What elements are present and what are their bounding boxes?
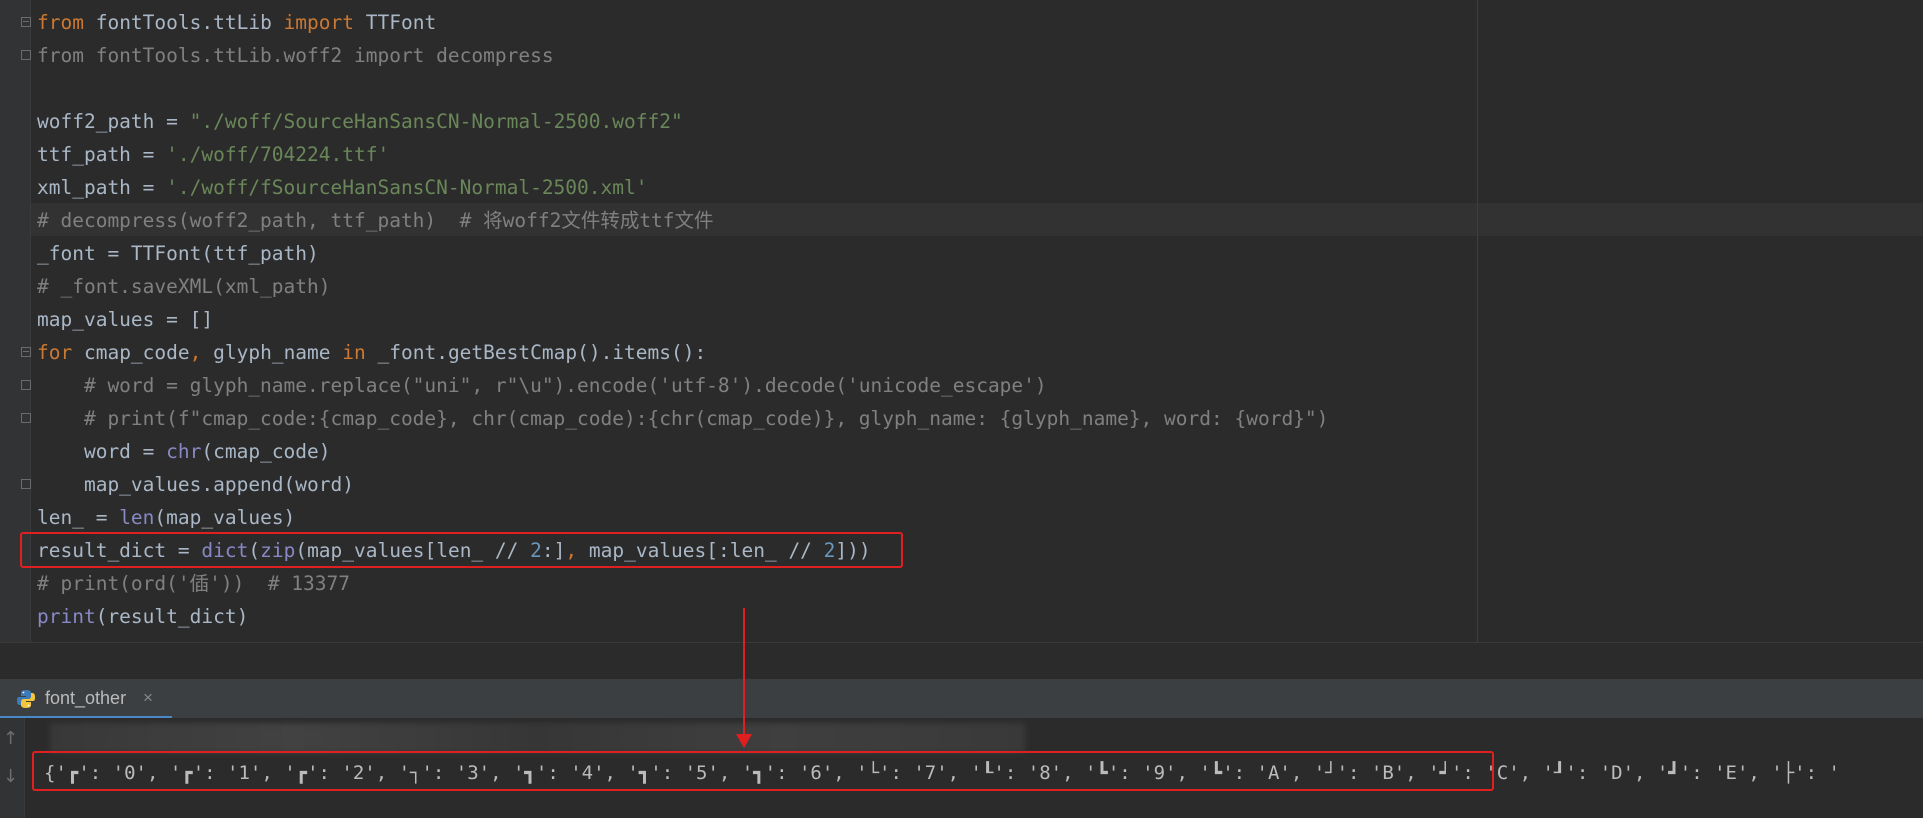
code-token: cmap_code [72,341,190,364]
fold-marker-icon[interactable] [21,50,31,60]
code-token: from [37,11,84,34]
code-token: fontTools.ttLib [83,11,284,34]
code-line[interactable]: print(result_dict) [37,600,1328,633]
code-token: len [119,506,155,529]
code-editor[interactable]: from fontTools.ttLib import TTFont from f… [0,0,1923,642]
code-token: in [342,341,366,364]
code-line[interactable]: map_values.append(word) [37,468,1328,501]
right-margin-guide [1477,0,1478,642]
code-line[interactable]: len_ = len(map_values) [37,501,1328,534]
code-line[interactable]: from fontTools.ttLib.woff2 import decomp… [37,39,1328,72]
code-token: word = [37,440,167,463]
code-line[interactable]: # _font.saveXML(xml_path) [37,270,1328,303]
code-token: , [189,341,202,364]
code-line[interactable]: # print(f"cmap_code:{cmap_code}, chr(cma… [37,402,1328,435]
code-token: xml_path = [37,176,167,199]
panel-divider[interactable] [0,642,1923,679]
console-toolbar: ↑ ↓ [0,718,25,818]
code-token: from fontTools.ttLib.woff2 import decomp… [37,44,554,67]
code-token: (cmap_code) [201,440,331,463]
code-token: map_values.append(word) [37,473,354,496]
code-line[interactable]: _font = TTFont(ttf_path) [37,237,1328,270]
run-tool-window-header: font_other × [0,678,1923,719]
code-line[interactable]: map_values = [] [37,303,1328,336]
code-token: './woff/fSourceHanSansCN-Normal-2500.xml… [166,176,648,199]
close-icon[interactable]: × [143,688,153,708]
code-token: # print(ord('偛')) # 13377 [37,572,350,595]
scroll-down-arrow-icon[interactable]: ↓ [3,766,18,787]
code-line[interactable] [37,72,1328,105]
code-token: import [283,11,355,34]
code-line[interactable]: from fontTools.ttLib import TTFont [37,6,1328,39]
run-tab[interactable]: font_other × [0,679,172,719]
code-token: './woff/704224.ttf' [166,143,390,166]
fold-marker-icon[interactable] [21,17,31,27]
code-token: _font.getBestCmap().items(): [365,341,707,364]
fold-marker-icon[interactable] [21,479,31,489]
code-token: (result_dict) [95,605,249,628]
code-line[interactable]: # word = glyph_name.replace("uni", r"\u"… [37,369,1328,402]
code-token: len_ = [37,506,120,529]
annotation-highlight-output [32,751,1494,791]
code-line[interactable]: ttf_path = './woff/704224.ttf' [37,138,1328,171]
code-line[interactable]: word = chr(cmap_code) [37,435,1328,468]
code-token: print [37,605,96,628]
code-token: (map_values) [154,506,296,529]
code-token: # word = glyph_name.replace("uni", r"\u"… [37,374,1047,397]
code-token: map_values = [] [37,308,214,331]
fold-marker-icon[interactable] [21,347,31,357]
code-line[interactable]: woff2_path = "./woff/SourceHanSansCN-Nor… [37,105,1328,138]
code-token: # _font.saveXML(xml_path) [37,275,331,298]
code-token: # print(f"cmap_code:{cmap_code}, chr(cma… [37,407,1329,430]
code-line[interactable]: xml_path = './woff/fSourceHanSansCN-Norm… [37,171,1328,204]
code-token: # decompress(woff2_path, ttf_path) # 将wo… [37,209,714,232]
python-icon [17,690,35,708]
code-line[interactable]: # print(ord('偛')) # 13377 [37,567,1328,600]
fold-marker-icon[interactable] [21,380,31,390]
code-token: chr [166,440,202,463]
run-tab-label: font_other [45,688,127,708]
fold-marker-icon[interactable] [21,413,31,423]
code-token: _font = TTFont(ttf_path) [37,242,319,265]
code-line[interactable]: # decompress(woff2_path, ttf_path) # 将wo… [37,204,1328,237]
annotation-highlight-result-dict [20,532,903,568]
code-token: ttf_path = [37,143,167,166]
code-token: woff2_path = [37,110,190,133]
annotation-arrow-head [736,734,752,748]
code-line[interactable]: for cmap_code, glyph_name in _font.getBe… [37,336,1328,369]
redacted-path [50,723,1025,753]
code-token: glyph_name [201,341,343,364]
code-token: "./woff/SourceHanSansCN-Normal-2500.woff… [189,110,683,133]
annotation-arrow-shaft [743,608,745,736]
code-token: for [37,341,73,364]
scroll-up-arrow-icon[interactable]: ↑ [3,728,18,749]
code-token: TTFont [354,11,437,34]
